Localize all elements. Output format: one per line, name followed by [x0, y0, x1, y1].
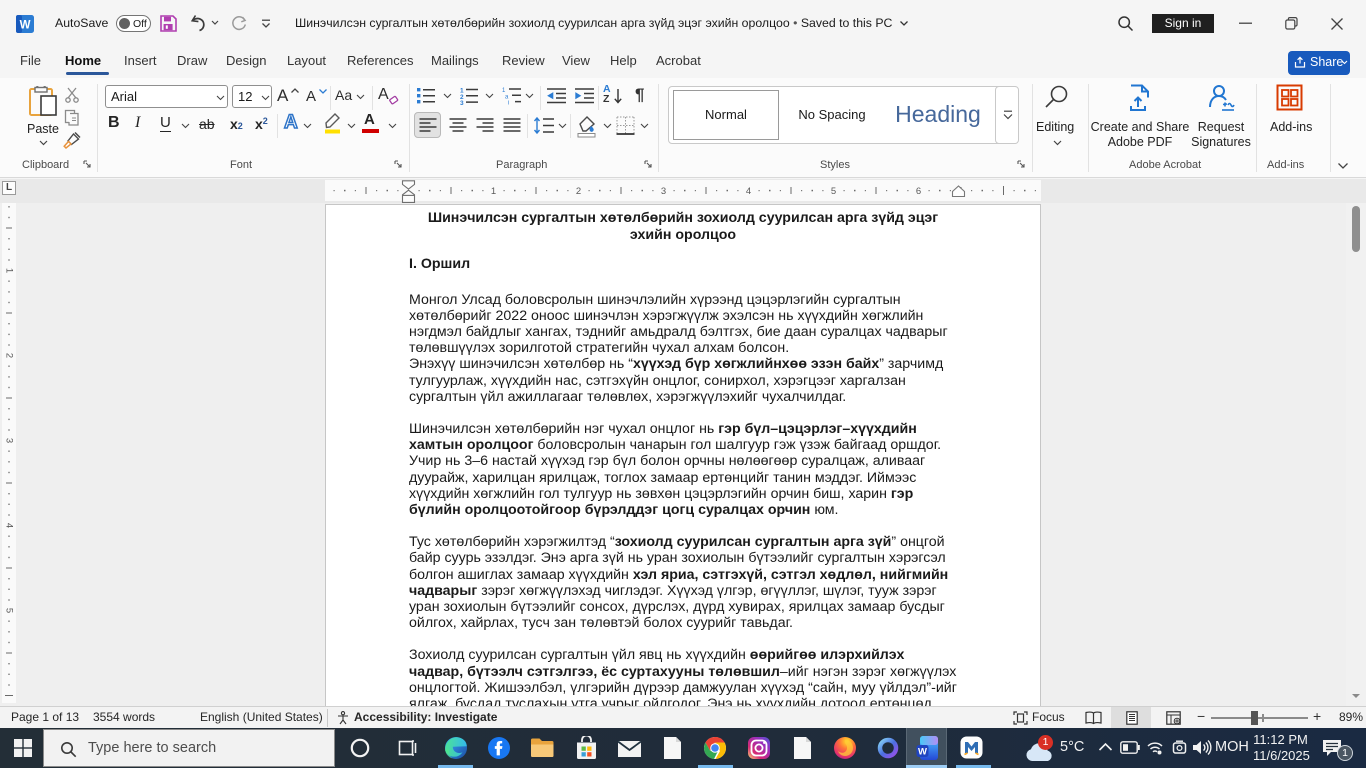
svg-text:2: 2: [3, 353, 14, 358]
svg-text:3: 3: [460, 100, 464, 105]
svg-text:i: i: [508, 101, 509, 105]
svg-text:1: 1: [3, 268, 14, 273]
svg-text:1: 1: [502, 88, 506, 94]
svg-text:W: W: [918, 747, 927, 758]
svg-text:W: W: [20, 20, 31, 32]
svg-text:5: 5: [3, 608, 14, 613]
svg-text:a: a: [505, 94, 509, 100]
svg-text:3: 3: [3, 438, 14, 443]
svg-text:4: 4: [3, 523, 14, 528]
